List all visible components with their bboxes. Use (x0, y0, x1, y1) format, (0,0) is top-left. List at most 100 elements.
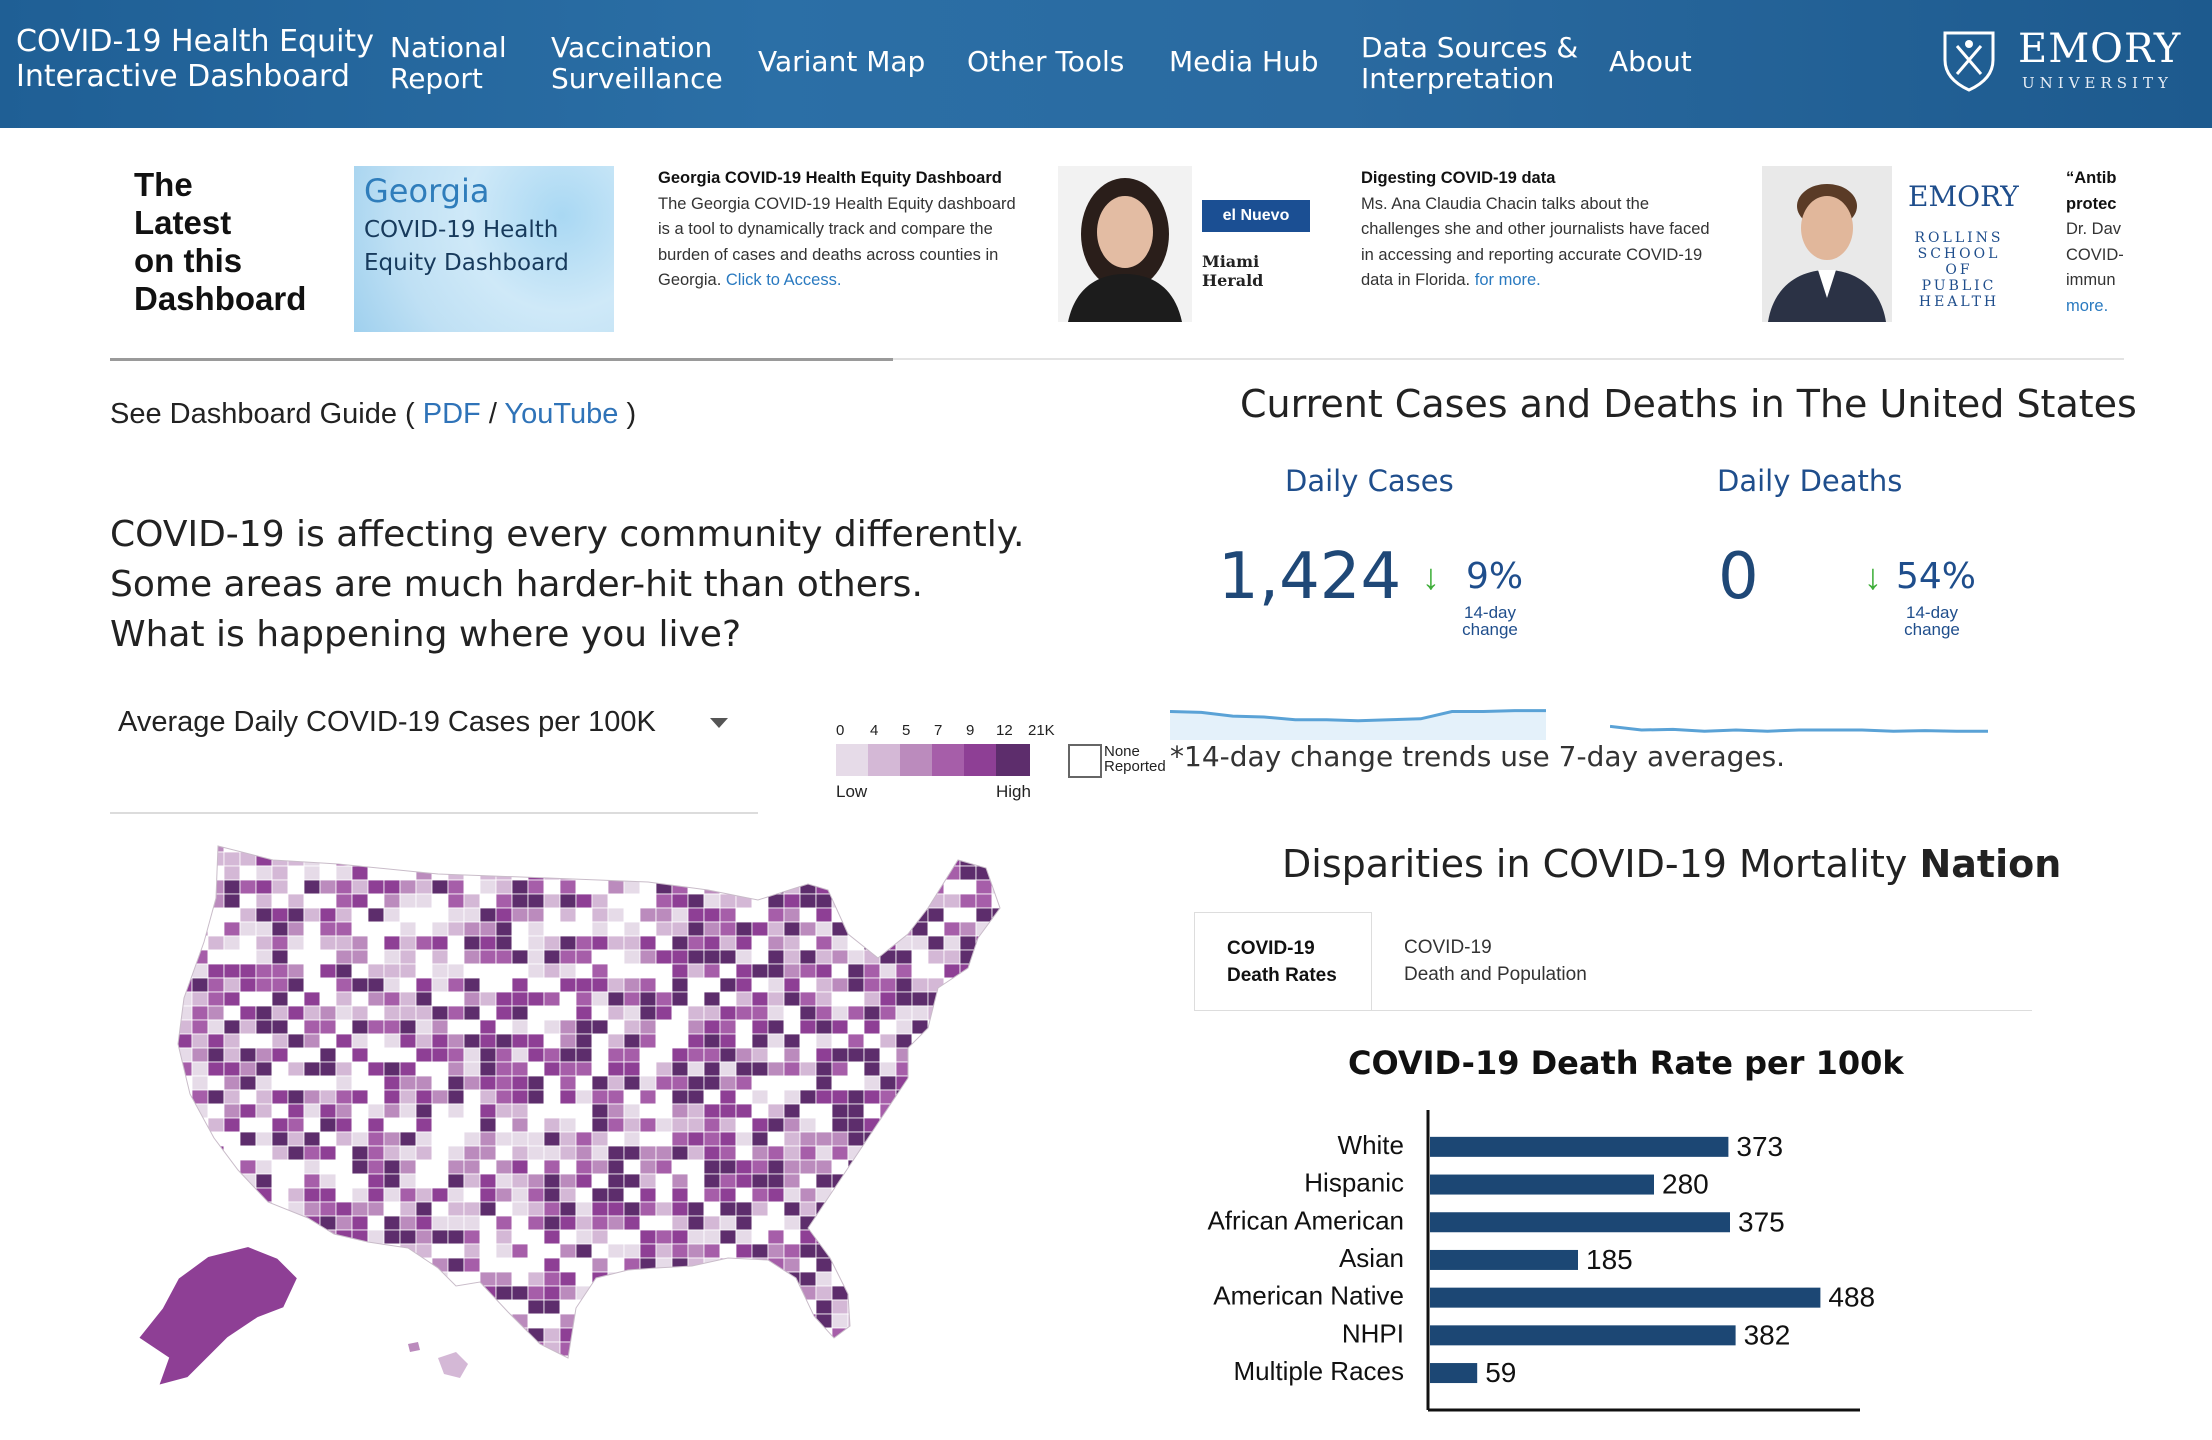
map-county[interactable] (751, 893, 769, 909)
map-county[interactable] (1008, 908, 1024, 922)
map-county[interactable] (1024, 1160, 1040, 1174)
map-county[interactable] (639, 1061, 657, 1077)
map-county[interactable] (271, 977, 289, 993)
map-county[interactable] (367, 1243, 385, 1259)
map-county[interactable] (959, 977, 977, 993)
map-county[interactable] (527, 1075, 545, 1091)
map-county[interactable] (463, 1327, 481, 1343)
map-county[interactable] (959, 879, 977, 895)
map-county[interactable] (671, 1089, 689, 1105)
map-county[interactable] (879, 1201, 897, 1217)
map-county[interactable] (847, 838, 865, 853)
map-county[interactable] (607, 1313, 625, 1329)
map-county[interactable] (367, 1285, 385, 1301)
map-county[interactable] (463, 1075, 481, 1091)
map-county[interactable] (703, 977, 721, 993)
map-county[interactable] (1024, 1104, 1040, 1118)
map-county[interactable] (543, 991, 561, 1007)
map-county[interactable] (527, 1103, 545, 1119)
map-county[interactable] (719, 907, 737, 923)
map-county[interactable] (399, 1355, 417, 1370)
map-county[interactable] (447, 1299, 465, 1315)
map-county[interactable] (639, 1201, 657, 1217)
map-county[interactable] (783, 921, 801, 937)
map-county[interactable] (255, 1187, 273, 1203)
map-county[interactable] (975, 1089, 993, 1105)
map-county[interactable] (911, 907, 929, 923)
map-county[interactable] (303, 1005, 321, 1021)
map-county[interactable] (879, 1355, 897, 1370)
map-county[interactable] (751, 1131, 769, 1147)
map-county[interactable] (783, 1173, 801, 1189)
map-county[interactable] (623, 921, 641, 937)
map-county[interactable] (879, 949, 897, 965)
map-county[interactable] (687, 1327, 705, 1343)
map-county[interactable] (591, 838, 609, 853)
map-county[interactable] (671, 1005, 689, 1021)
map-county[interactable] (1024, 1370, 1040, 1384)
map-county[interactable] (976, 1370, 992, 1384)
map-county[interactable] (831, 1019, 849, 1035)
map-county[interactable] (863, 991, 881, 1007)
map-county[interactable] (431, 865, 449, 881)
map-county[interactable] (751, 1313, 769, 1329)
map-county[interactable] (255, 1047, 273, 1063)
map-county[interactable] (303, 1075, 321, 1091)
map-county[interactable] (975, 963, 993, 979)
map-county[interactable] (895, 893, 913, 909)
map-county[interactable] (767, 1145, 785, 1161)
map-county[interactable] (1024, 880, 1040, 894)
map-county[interactable] (624, 1370, 640, 1384)
map-county[interactable] (383, 1061, 401, 1077)
map-county[interactable] (911, 893, 929, 909)
map-county[interactable] (847, 949, 865, 965)
map-county[interactable] (207, 838, 225, 853)
map-county[interactable] (799, 1201, 817, 1217)
map-county[interactable] (975, 1061, 993, 1077)
map-county[interactable] (1008, 852, 1024, 866)
map-county[interactable] (943, 1145, 961, 1161)
map-county[interactable] (239, 1341, 257, 1357)
map-county[interactable] (319, 1103, 337, 1119)
map-county[interactable] (431, 1103, 449, 1119)
map-county[interactable] (879, 963, 897, 979)
map-county[interactable] (351, 893, 369, 909)
map-county[interactable] (431, 1033, 449, 1049)
map-county[interactable] (1024, 1034, 1040, 1048)
map-county[interactable] (751, 1201, 769, 1217)
map-county[interactable] (863, 1089, 881, 1105)
map-county[interactable] (799, 1047, 817, 1063)
map-county[interactable] (991, 865, 1008, 881)
map-county[interactable] (399, 879, 417, 895)
map-county[interactable] (335, 1047, 353, 1063)
map-county[interactable] (639, 1299, 657, 1315)
map-county[interactable] (975, 1145, 993, 1161)
map-county[interactable] (495, 1033, 513, 1049)
map-county[interactable] (400, 1370, 416, 1384)
map-county[interactable] (352, 1370, 368, 1384)
map-county[interactable] (271, 1005, 289, 1021)
map-county[interactable] (495, 879, 513, 895)
map-county[interactable] (831, 1131, 849, 1147)
map-county[interactable] (463, 935, 481, 951)
map-county[interactable] (607, 893, 625, 909)
map-county[interactable] (831, 907, 849, 923)
map-county[interactable] (495, 1355, 513, 1370)
map-county[interactable] (335, 879, 353, 895)
map-county[interactable] (575, 1103, 593, 1119)
map-county[interactable] (399, 1075, 417, 1091)
map-county[interactable] (639, 1243, 657, 1259)
map-county[interactable] (559, 851, 577, 867)
map-county[interactable] (208, 1370, 224, 1384)
map-county[interactable] (415, 1215, 433, 1231)
map-county[interactable] (479, 1257, 497, 1273)
map-county[interactable] (591, 1117, 609, 1133)
map-county[interactable] (799, 1145, 817, 1161)
map-county[interactable] (975, 1187, 993, 1203)
map-county[interactable] (1024, 978, 1040, 992)
map-county[interactable] (239, 1131, 257, 1147)
map-county[interactable] (959, 921, 977, 937)
map-county[interactable] (751, 1285, 769, 1301)
map-county[interactable] (368, 1370, 384, 1384)
map-county[interactable] (447, 1145, 465, 1161)
